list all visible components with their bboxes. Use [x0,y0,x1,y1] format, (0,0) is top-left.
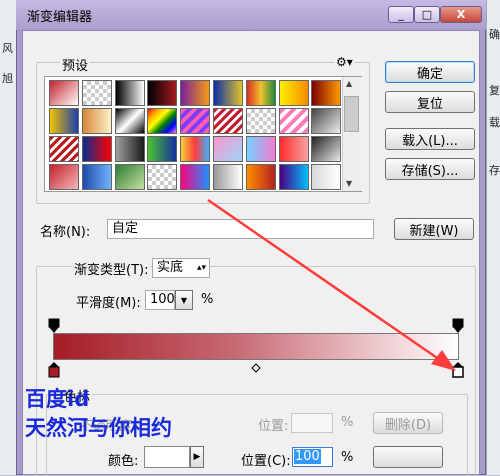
watermark-line2: 天然河与你相约 [25,416,172,440]
watermark-line1: 百度id [25,387,90,411]
